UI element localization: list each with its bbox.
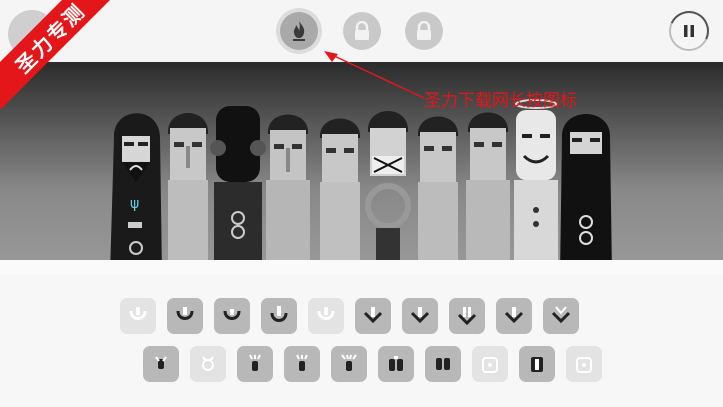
pause-button[interactable] [669,11,709,51]
lock-icon [355,21,369,40]
sound-slot-melody-2[interactable] [190,346,226,382]
sound-slot-melody-3[interactable] [237,346,273,382]
melody-icon [249,354,261,371]
voice-icon [436,358,450,370]
character-3[interactable] [210,98,266,274]
annotation-text: 圣力下载网长按图标 [424,91,577,111]
bonus-flame-button[interactable] [280,12,318,50]
annotation-arrow [324,51,425,99]
effect-arrow-icon [551,306,571,324]
sound-slot-melody-5[interactable] [331,346,367,382]
voice-icon [576,357,592,373]
sound-slot-melody-4[interactable] [284,346,320,382]
bonus-locked-button-2[interactable] [405,12,443,50]
sound-slot-effect-1[interactable] [355,298,391,334]
effect-arrow-icon [363,307,383,324]
melody-icon [155,356,167,369]
effect-arrow-icon [410,307,430,324]
sound-slot-effect-3[interactable] [449,298,485,334]
sound-slot-beat-2[interactable] [167,298,203,334]
sound-slot-effect-4[interactable] [496,298,532,334]
sound-slot-beat-5[interactable] [308,298,344,334]
beat-icon [270,306,288,322]
sound-slot-voice-4[interactable] [519,346,555,382]
sound-slot-voice-3[interactable] [472,346,508,382]
melody-icon [202,356,214,371]
character-10[interactable] [558,98,614,274]
bonus-locked-button-1[interactable] [343,12,381,50]
character-4[interactable] [260,98,316,274]
character-9[interactable] [508,98,564,274]
voice-icon [531,357,543,372]
lock-icon [417,21,431,40]
character-2[interactable] [160,98,216,274]
voice-icon [389,356,403,371]
sound-slot-beat-3[interactable] [214,298,250,334]
melody-icon [341,354,357,371]
sound-slot-beat-4[interactable] [261,298,297,334]
beat-icon [129,307,147,320]
beat-icon [317,307,335,320]
effect-arrow-icon [457,307,477,326]
character-7[interactable] [410,98,466,274]
svg-text:ψ: ψ [130,196,139,212]
sound-slot-voice-5[interactable] [566,346,602,382]
sound-slot-beat-1[interactable] [120,298,156,334]
sound-palette [0,280,723,407]
sound-slot-melody-1[interactable] [143,346,179,382]
character-lineup: ψ [108,98,618,274]
pause-icon [684,25,694,37]
sound-slot-voice-1[interactable] [378,346,414,382]
beat-icon [223,309,241,320]
melody-icon [296,354,308,371]
beat-icon [176,307,194,320]
flame-icon [293,21,305,41]
character-6[interactable] [360,98,416,274]
sound-slot-effect-2[interactable] [402,298,438,334]
voice-icon [482,357,498,373]
stage-floor [0,260,723,274]
sound-slot-effect-5[interactable] [543,298,579,334]
character-1[interactable]: ψ [108,98,164,274]
effect-arrow-icon [504,307,524,324]
sound-slot-voice-2[interactable] [425,346,461,382]
